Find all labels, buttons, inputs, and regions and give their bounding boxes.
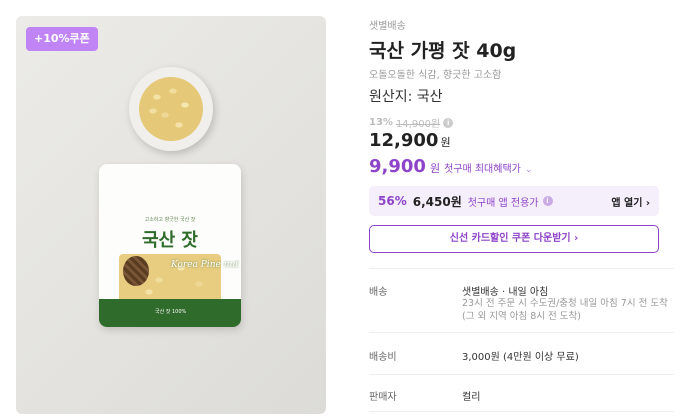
- app-price-box: 56% 6,450원 첫구매 앱 전용가 i 앱 열기 ›: [369, 186, 659, 216]
- product-info: 샛별배송 국산 가평 잣 40g 오돌오돌한 식감, 향긋한 고소함 원산지: …: [369, 0, 674, 416]
- delivery-fee-value: 3,000원 (4만원 이상 무료): [462, 352, 579, 363]
- open-app-link[interactable]: 앱 열기 ›: [611, 194, 650, 209]
- delivery-tag: 샛별배송: [369, 21, 406, 32]
- coupon-badge: +10%쿠폰: [26, 27, 98, 51]
- app-discount-rate: 56%: [378, 194, 407, 208]
- delivery-label: 배송: [369, 287, 388, 298]
- delivery-value: 샛별배송 · 내일 아침: [462, 287, 549, 298]
- delivery-description: 23시 전 주문 시 수도권/충청 내일 아침 7시 전 도착 (그 외 지역 …: [462, 298, 668, 322]
- seller-label: 판매자: [369, 392, 397, 403]
- discount-row: 13% 14,900원 i: [369, 115, 454, 130]
- product-pouch: 고소하고 향긋한 국산 잣 국산 잣 Korea Pine nut 국산 잣 1…: [99, 164, 241, 327]
- info-icon[interactable]: i: [443, 117, 454, 128]
- divider: [369, 374, 674, 375]
- pine-nut-bowl: [129, 67, 213, 151]
- seller-value: 컬리: [462, 392, 481, 403]
- pouch-script: Korea Pine nut: [171, 260, 239, 270]
- product-name: 국산 가평 잣 40g: [369, 40, 517, 62]
- coupon-download-button[interactable]: 신선 카드할인 쿠폰 다운받기 ›: [369, 225, 659, 253]
- original-price: 14,900원: [395, 119, 441, 130]
- first-purchase-row[interactable]: 9,900 원 첫구매 최대혜택가 ⌄: [369, 156, 532, 177]
- sale-price: 12,900: [369, 130, 439, 151]
- info-icon[interactable]: i: [542, 196, 553, 206]
- first-purchase-label: 첫구매 최대혜택가: [444, 164, 521, 175]
- divider: [369, 411, 674, 412]
- divider: [369, 268, 674, 269]
- product-subtitle: 오돌오돌한 식감, 향긋한 고소함: [369, 70, 502, 81]
- price-row: 12,900 원: [369, 130, 451, 151]
- pouch-title: 국산 잣: [142, 230, 198, 251]
- delivery-fee-label: 배송비: [369, 352, 397, 363]
- pouch-bottom-text: 국산 잣 100%: [155, 309, 187, 315]
- sale-price-unit: 원: [440, 136, 451, 149]
- pouch-topline: 고소하고 향긋한 국산 잣: [144, 217, 196, 223]
- chevron-down-icon[interactable]: ⌄: [525, 165, 533, 175]
- app-price: 6,450원: [412, 194, 462, 209]
- pine-cone-icon: [123, 256, 149, 286]
- product-image: +10%쿠폰 고소하고 향긋한 국산 잣 국산 잣 Korea Pine nut…: [16, 16, 326, 414]
- discount-rate: 13%: [369, 117, 393, 128]
- pine-nuts: [139, 77, 203, 141]
- app-price-label: 첫구매 앱 전용가: [467, 197, 539, 209]
- product-origin: 원산지: 국산: [369, 89, 443, 105]
- first-purchase-unit: 원: [429, 162, 441, 175]
- divider: [369, 332, 674, 333]
- first-purchase-price: 9,900: [369, 156, 426, 177]
